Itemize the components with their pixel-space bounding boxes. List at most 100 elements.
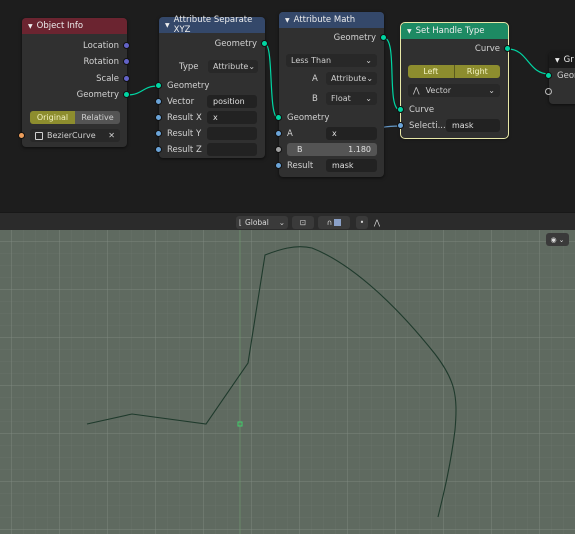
chevron-down-icon: ⌄ — [558, 235, 565, 244]
output-rotation: Rotation — [83, 57, 119, 67]
output-scale: Scale — [96, 74, 119, 84]
socket-result[interactable] — [275, 162, 282, 169]
result-x-field[interactable]: x — [207, 111, 257, 124]
result-y-field[interactable] — [207, 127, 257, 140]
input-curve: Curve — [409, 105, 435, 115]
pivot-point-dropdown[interactable]: ⊡ — [292, 216, 314, 229]
type-label: Type — [179, 62, 199, 72]
socket-scale[interactable] — [123, 75, 130, 82]
socket-geometry-in[interactable] — [545, 72, 552, 79]
operation-dropdown[interactable]: Less Than ⌄ — [286, 54, 377, 67]
object-field[interactable]: BezierCurve ✕ — [30, 129, 120, 142]
transform-space-toggle[interactable]: Original Relative — [30, 111, 120, 124]
socket-geometry-out[interactable] — [380, 34, 387, 41]
link-handle-to-output — [507, 48, 550, 75]
snap-dropdown[interactable]: ∩ — [318, 216, 350, 229]
collapse-triangle-icon[interactable]: ▼ — [285, 17, 290, 24]
socket-result-z[interactable] — [155, 146, 162, 153]
socket-a-in[interactable] — [275, 130, 282, 137]
overlays-dropdown[interactable]: ◉ ⌄ — [546, 233, 569, 246]
input-geometry: Geometry — [167, 81, 210, 91]
result-field[interactable]: mask — [326, 159, 377, 172]
node-header[interactable]: ▼ Gr — [549, 52, 575, 68]
snap-target-icon — [334, 219, 342, 226]
orientation-icon: ⌊ — [239, 218, 242, 227]
toggle-left[interactable]: Left — [408, 65, 455, 78]
node-set-handle-type[interactable]: ▼ Set Handle Type Curve Left Right ⋀ Vec… — [397, 22, 511, 139]
socket-vector-in[interactable] — [155, 98, 162, 105]
collapse-triangle-icon[interactable]: ▼ — [165, 22, 170, 29]
selection-field[interactable]: mask — [446, 119, 500, 132]
handle-type-dropdown[interactable]: ⋀ Vector ⌄ — [408, 84, 500, 97]
socket-geometry-out[interactable] — [261, 40, 268, 47]
socket-geometry-in[interactable] — [155, 82, 162, 89]
eye-icon: ◉ — [550, 235, 557, 244]
node-title: Set Handle Type — [415, 26, 485, 36]
node-group-output[interactable]: ▼ Gr Geom — [545, 52, 575, 104]
proportional-icon: • — [359, 218, 365, 227]
output-geometry: Geometry — [214, 39, 257, 49]
vector-handle-icon: ⋀ — [413, 86, 420, 95]
chevron-down-icon: ⌄ — [365, 56, 372, 65]
socket-result-y[interactable] — [155, 130, 162, 137]
socket-curve-in[interactable] — [397, 106, 404, 113]
node-attribute-math[interactable]: ▼ Attribute Math Geometry Less Than ⌄ A … — [275, 12, 387, 177]
falloff-icon: ⋀ — [373, 218, 381, 227]
socket-b-in[interactable] — [275, 146, 282, 153]
node-object-info[interactable]: ▼ Object Info Location Rotation Scale Ge… — [18, 18, 130, 147]
a-type-label: A — [312, 74, 318, 84]
node-editor[interactable]: ▼ Object Info Location Rotation Scale Ge… — [0, 0, 575, 212]
falloff-dropdown[interactable]: ⋀ — [371, 216, 383, 229]
proportional-editing-toggle[interactable]: • — [356, 216, 368, 229]
link-separate-to-math — [264, 43, 279, 119]
toggle-right[interactable]: Right — [454, 65, 500, 78]
b-type-dropdown[interactable]: Float ⌄ — [326, 92, 377, 105]
node-attribute-separate-xyz[interactable]: ▼ Attribute Separate XYZ Geometry Type A… — [155, 15, 268, 158]
a-value-field[interactable]: x — [326, 127, 377, 140]
output-geometry: Geometry — [76, 90, 119, 100]
collapse-triangle-icon[interactable]: ▼ — [555, 57, 560, 64]
result-z-field[interactable] — [207, 143, 257, 156]
b-value-field[interactable]: B 1.180 — [287, 143, 377, 156]
toggle-relative[interactable]: Relative — [75, 111, 120, 124]
collapse-triangle-icon[interactable]: ▼ — [407, 28, 412, 35]
type-dropdown[interactable]: Attribute ⌄ — [208, 60, 258, 73]
bezier-curve — [86, 246, 457, 518]
link-object-to-separate — [126, 85, 159, 96]
socket-geometry-in[interactable] — [275, 114, 282, 121]
output-curve: Curve — [474, 44, 500, 54]
node-title: Attribute Separate XYZ — [173, 15, 253, 35]
input-geometry: Geom — [557, 71, 575, 81]
link-math-to-handle — [383, 37, 401, 111]
chevron-down-icon: ⌄ — [365, 94, 372, 103]
toggle-original[interactable]: Original — [30, 111, 75, 124]
b-type-label: B — [312, 94, 318, 104]
socket-object-in[interactable] — [18, 132, 25, 139]
viewport-canvas — [86, 230, 457, 534]
node-title: Gr — [563, 55, 574, 65]
curve-object-icon — [35, 131, 43, 140]
clear-icon[interactable]: ✕ — [108, 131, 115, 140]
a-type-dropdown[interactable]: Attribute ⌄ — [326, 72, 377, 85]
socket-rotation[interactable] — [123, 58, 130, 65]
node-header[interactable]: ▼ Object Info — [22, 18, 127, 34]
socket-location[interactable] — [123, 42, 130, 49]
chevron-down-icon: ⌄ — [366, 74, 374, 83]
3d-viewport[interactable]: ◉ ⌄ — [0, 230, 575, 534]
node-header[interactable]: ▼ Attribute Math — [279, 12, 384, 28]
socket-result-x[interactable] — [155, 114, 162, 121]
chevron-down-icon: ⌄ — [488, 86, 495, 95]
node-header[interactable]: ▼ Set Handle Type — [401, 23, 508, 39]
chevron-down-icon: ⌄ — [278, 218, 285, 227]
socket-empty-in[interactable] — [545, 88, 552, 95]
node-header[interactable]: ▼ Attribute Separate XYZ — [159, 15, 265, 35]
vector-field[interactable]: position — [207, 95, 257, 108]
socket-selection-in[interactable] — [397, 122, 404, 129]
handle-side-toggle[interactable]: Left Right — [408, 65, 500, 78]
collapse-triangle-icon[interactable]: ▼ — [28, 23, 33, 30]
input-geometry: Geometry — [287, 113, 330, 123]
socket-geometry-out[interactable] — [123, 91, 130, 98]
transform-orientation-dropdown[interactable]: ⌊ Global ⌄ — [236, 216, 288, 229]
socket-curve-out[interactable] — [504, 45, 511, 52]
output-geometry: Geometry — [333, 33, 376, 43]
